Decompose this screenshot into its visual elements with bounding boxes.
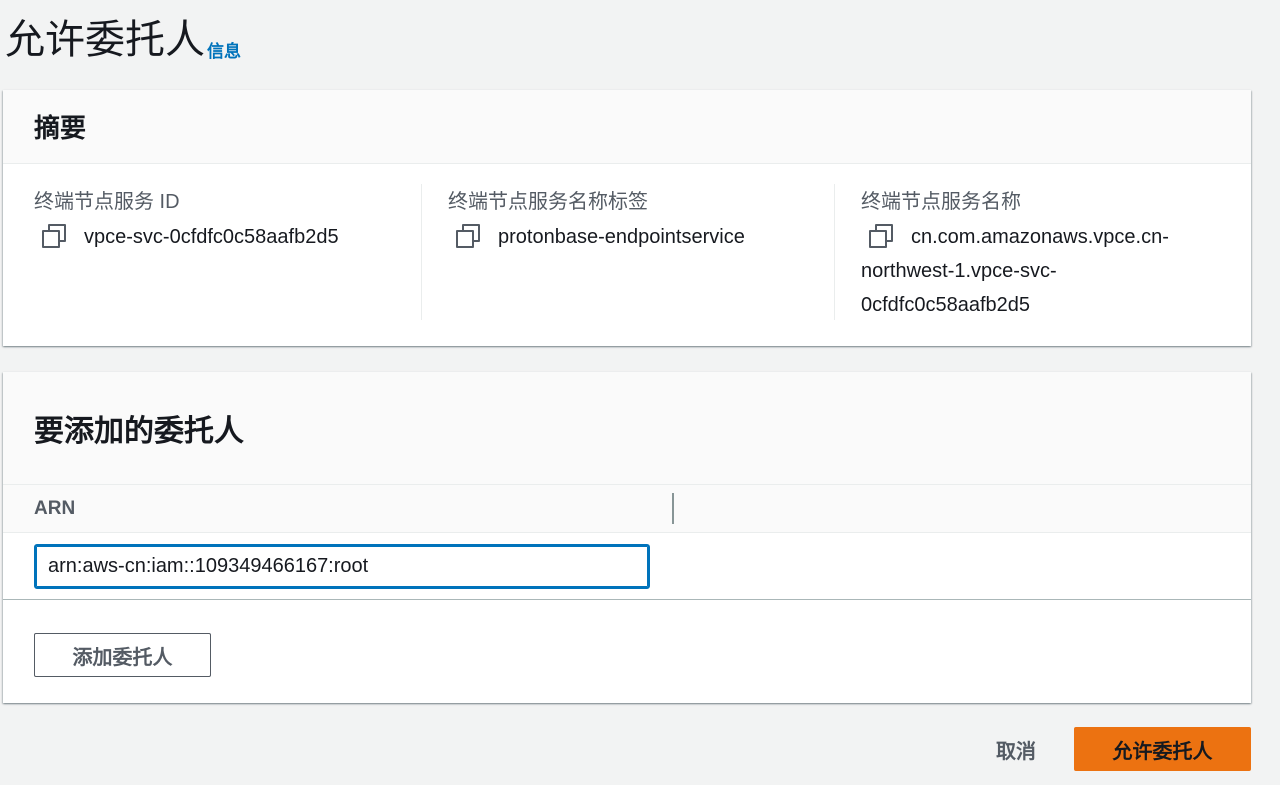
add-principal-row: 添加委托人 — [3, 600, 1251, 677]
summary-body: 终端节点服务 ID vpce-svc-0cfdfc0c58aafb2d5 终端节… — [3, 164, 1251, 320]
copy-icon[interactable] — [42, 224, 66, 248]
service-name-tag-label: 终端节点服务名称标签 — [448, 191, 648, 213]
allow-principals-button[interactable]: 允许委托人 — [1074, 727, 1251, 771]
page-header: 允许委托人 信息 — [5, 14, 241, 66]
service-name-field: 终端节点服务名称 cn.com.amazonaws.vpce.cn-northw… — [834, 184, 1247, 320]
service-id-label: 终端节点服务 ID — [34, 191, 180, 213]
add-principal-button[interactable]: 添加委托人 — [34, 633, 211, 677]
principals-table-header: ARN — [3, 485, 1251, 533]
column-resizer[interactable] — [672, 493, 674, 524]
service-name-value: cn.com.amazonaws.vpce.cn-northwest-1.vpc… — [861, 220, 1201, 322]
cancel-button[interactable]: 取消 — [996, 735, 1036, 764]
summary-container: 摘要 终端节点服务 ID vpce-svc-0cfdfc0c58aafb2d5 … — [3, 90, 1251, 346]
table-row — [3, 533, 1251, 600]
info-link[interactable]: 信息 — [207, 37, 241, 62]
service-name-label: 终端节点服务名称 — [861, 191, 1021, 213]
summary-header: 摘要 — [3, 90, 1251, 164]
copy-icon[interactable] — [456, 224, 480, 248]
copy-icon[interactable] — [869, 224, 893, 248]
footer-actions: 取消 允许委托人 — [996, 727, 1251, 771]
arn-input[interactable] — [34, 543, 650, 589]
summary-title: 摘要 — [34, 113, 87, 143]
service-id-text: vpce-svc-0cfdfc0c58aafb2d5 — [84, 226, 339, 248]
principals-title: 要添加的委托人 — [34, 415, 244, 448]
arn-column-header: ARN — [34, 497, 76, 519]
service-name-tag-value: protonbase-endpointservice — [448, 220, 788, 254]
page-title: 允许委托人 — [5, 18, 205, 62]
principals-header: 要添加的委托人 — [3, 372, 1251, 485]
service-id-value: vpce-svc-0cfdfc0c58aafb2d5 — [34, 220, 374, 254]
service-name-tag-text: protonbase-endpointservice — [498, 226, 745, 248]
principals-container: 要添加的委托人 ARN 添加委托人 — [3, 372, 1251, 703]
service-name-text: cn.com.amazonaws.vpce.cn-northwest-1.vpc… — [861, 226, 1169, 316]
service-name-tag-field: 终端节点服务名称标签 protonbase-endpointservice — [421, 184, 834, 320]
service-id-field: 终端节点服务 ID vpce-svc-0cfdfc0c58aafb2d5 — [3, 184, 421, 320]
